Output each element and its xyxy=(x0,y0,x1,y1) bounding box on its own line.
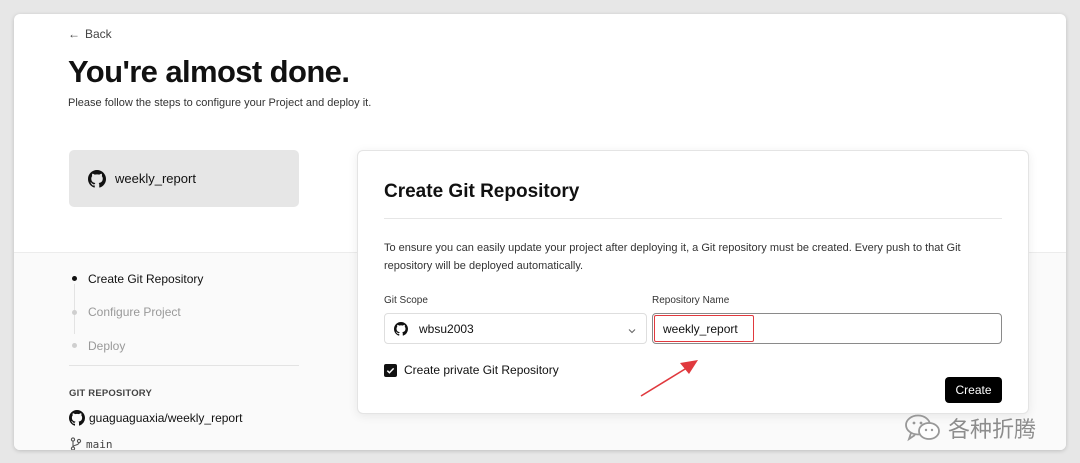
git-scope-value: wbsu2003 xyxy=(419,321,474,336)
git-scope-label: Git Scope xyxy=(384,295,428,306)
step-label: Deploy xyxy=(88,338,126,353)
step-indicator-dot xyxy=(72,343,77,349)
repository-name-input[interactable] xyxy=(652,313,1002,344)
annotation-arrow-icon xyxy=(640,360,698,397)
panel-divider xyxy=(384,218,1002,219)
selected-repo-card: weekly_report xyxy=(69,150,299,207)
deploy-steps: Create Git Repository Configure Project … xyxy=(72,262,203,363)
git-branch: main xyxy=(70,437,113,450)
panel-description: To ensure you can easily update your pro… xyxy=(384,242,961,272)
left-divider xyxy=(69,365,299,366)
back-label: Back xyxy=(85,27,112,41)
watermark: 各种折腾 xyxy=(904,412,1036,444)
step-deploy: Deploy xyxy=(72,329,203,363)
step-create-git-repository: Create Git Repository xyxy=(72,262,203,296)
github-icon xyxy=(88,169,106,188)
repository-name-label: Repository Name xyxy=(652,295,730,306)
git-repository-label: GIT REPOSITORY xyxy=(69,388,153,399)
step-configure-project: Configure Project xyxy=(72,296,203,330)
private-repository-option[interactable]: Create private Git Repository xyxy=(384,363,559,377)
chevron-down-icon xyxy=(628,324,636,334)
private-repository-label: Create private Git Repository xyxy=(404,363,559,377)
git-repository-link[interactable]: guaguaguaxia/weekly_report xyxy=(69,410,242,426)
page-subtitle: Please follow the steps to configure you… xyxy=(68,97,372,109)
branch-icon xyxy=(70,437,82,450)
private-repository-checkbox[interactable] xyxy=(384,363,397,377)
watermark-text: 各种折腾 xyxy=(948,418,1037,443)
git-repository-name: guaguaguaxia/weekly_report xyxy=(89,411,243,425)
github-icon xyxy=(69,410,85,426)
github-icon xyxy=(394,321,408,336)
create-button[interactable]: Create xyxy=(945,377,1002,403)
step-label: Create Git Repository xyxy=(88,271,204,286)
browser-window: ← Back You're almost done. Please follow… xyxy=(14,14,1066,450)
panel-title: Create Git Repository xyxy=(384,181,580,202)
wechat-icon xyxy=(904,413,942,443)
arrow-left-icon: ← xyxy=(68,27,80,41)
page-title: You're almost done. xyxy=(68,54,350,89)
back-link[interactable]: ← Back xyxy=(68,27,112,41)
git-branch-name: main xyxy=(86,437,113,451)
step-indicator-dot xyxy=(72,276,77,282)
step-label: Configure Project xyxy=(88,305,181,320)
step-indicator-dot xyxy=(72,309,77,315)
repo-card-name: weekly_report xyxy=(115,171,196,186)
git-scope-select[interactable]: wbsu2003 xyxy=(384,313,647,344)
